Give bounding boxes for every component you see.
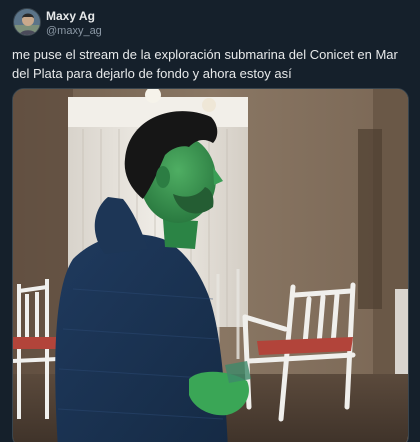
photo-image xyxy=(13,89,408,442)
author-info: Maxy Ag @maxy_ag xyxy=(46,9,102,38)
user-avatar-icon xyxy=(14,9,40,35)
author-handle[interactable]: @maxy_ag xyxy=(46,24,102,38)
author-display-name[interactable]: Maxy Ag xyxy=(46,9,102,23)
author-avatar[interactable] xyxy=(13,8,41,36)
tweet-photo[interactable] xyxy=(12,88,409,442)
tweet-text: me puse el stream de la exploración subm… xyxy=(12,47,398,81)
tweet-card: Maxy Ag @maxy_ag me puse el stream de la… xyxy=(0,0,420,442)
